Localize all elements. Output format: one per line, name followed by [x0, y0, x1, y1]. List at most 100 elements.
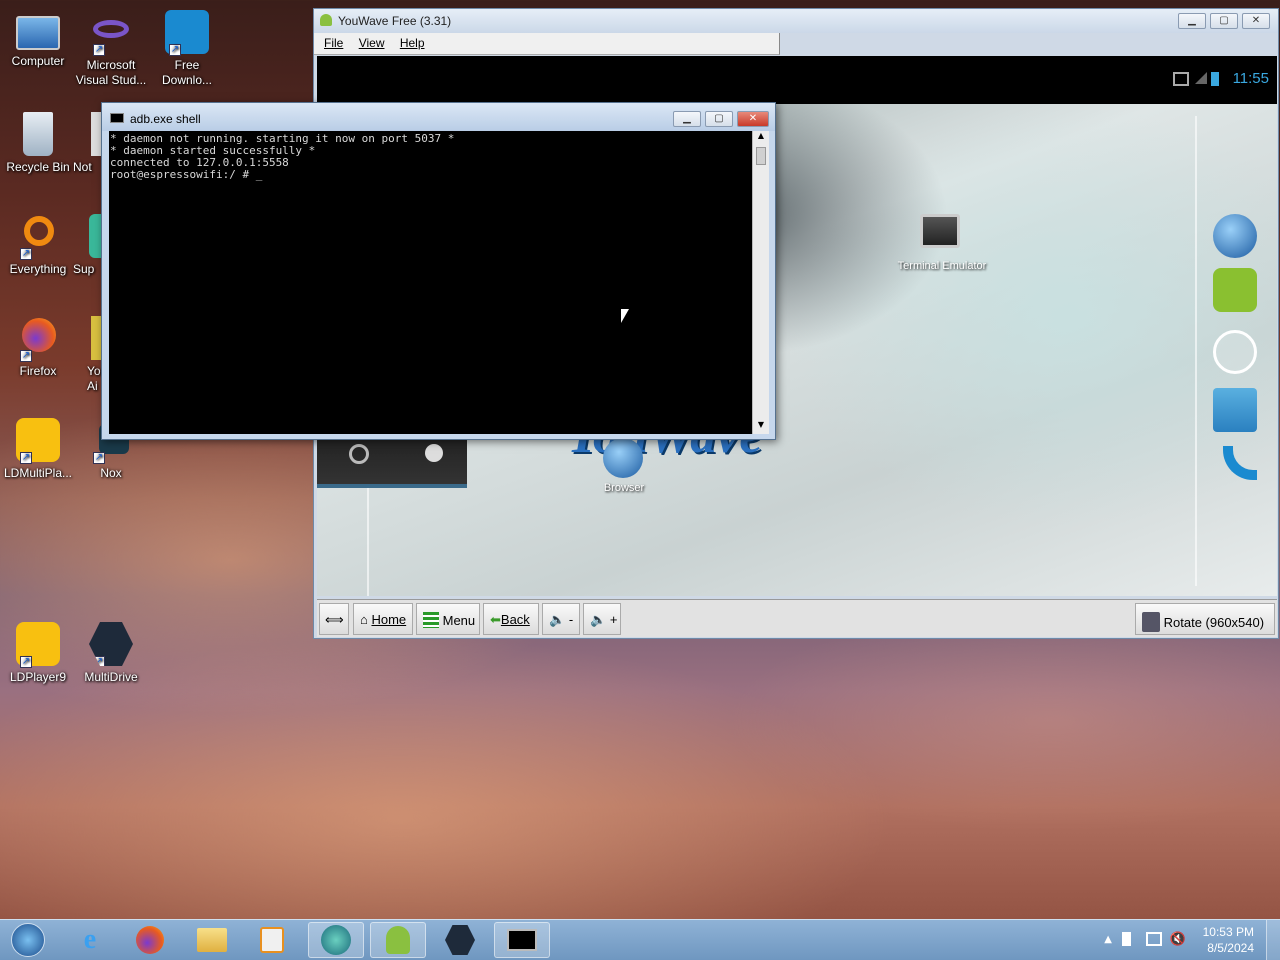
rotate-toggle-icon[interactable] — [349, 444, 369, 464]
desktop-icon-label: Nox — [100, 466, 122, 480]
taskbar-app-active[interactable] — [308, 922, 364, 958]
close-button[interactable]: ✕ — [1242, 13, 1270, 29]
desktop-icon-partial[interactable]: Not — [73, 112, 103, 175]
menu-button[interactable]: Menu — [416, 603, 480, 635]
scroll-thumb[interactable] — [756, 147, 766, 165]
app-globe-icon — [321, 925, 351, 955]
show-desktop-button[interactable] — [1266, 920, 1280, 960]
firefox-icon: ↗ — [16, 316, 60, 362]
taskbar-internet-explorer[interactable]: e — [62, 922, 118, 958]
desktop-icon-label: Microsoft Visual Stud... — [75, 58, 147, 87]
desktop-icon-label: Free Downlo... — [161, 58, 213, 87]
desktop-icon-label: Sup — [73, 262, 95, 276]
double-arrow-icon: ⟺ — [325, 612, 344, 627]
shortcut-arrow-icon: ↗ — [20, 452, 32, 464]
back-button[interactable]: ⬅Back — [483, 603, 539, 635]
volume-up-label: + — [609, 612, 618, 627]
shortcut-arrow-icon: ↗ — [20, 656, 32, 668]
desktop-icon-ldplayer9[interactable]: ↗ LDPlayer9 — [0, 622, 76, 685]
home-button[interactable]: ⌂ Home — [353, 603, 413, 635]
signal-icon — [1195, 72, 1207, 84]
nox-multidrive-icon: ↗ — [89, 622, 133, 666]
youwave-titlebar[interactable]: YouWave Free (3.31) ▁ ▢ ✕ — [314, 9, 1278, 33]
menu-help[interactable]: Help — [400, 36, 425, 50]
app-icon — [91, 112, 101, 156]
scroll-up-icon[interactable]: ▲ — [753, 131, 769, 145]
taskbar-youwave[interactable] — [370, 922, 426, 958]
taskbar-explorer[interactable] — [184, 922, 240, 958]
taskbar-cmd[interactable] — [494, 922, 550, 958]
show-hidden-icons-button[interactable]: ▲ — [1104, 934, 1112, 945]
adb-shell-window[interactable]: adb.exe shell ▁ ▢ ✕ * daemon not running… — [101, 102, 776, 440]
contacts-icon[interactable] — [1213, 388, 1257, 432]
rotate-button[interactable]: Rotate (960x540) — [1135, 603, 1275, 635]
window-title: YouWave Free (3.31) — [338, 14, 452, 28]
desktop-icon-everything[interactable]: ↗ Everything — [0, 214, 76, 277]
media-player-icon — [260, 927, 284, 953]
taskbar-media-player[interactable] — [244, 922, 300, 958]
desktop-icon-firefox[interactable]: ↗ Firefox — [0, 316, 76, 379]
desktop-icon-recycle-bin[interactable]: Recycle Bin — [0, 112, 76, 175]
taskbar-firefox[interactable] — [122, 922, 178, 958]
app-drawer-icon[interactable] — [1213, 330, 1257, 374]
network-icon — [1173, 72, 1189, 86]
folder-icon — [197, 928, 227, 952]
clock-time: 10:53 PM — [1202, 925, 1254, 939]
messaging-icon[interactable] — [1213, 268, 1257, 312]
minimize-button[interactable]: ▁ — [673, 111, 701, 127]
console-icon — [507, 929, 537, 951]
menu-view[interactable]: View — [359, 36, 385, 50]
windows-logo-icon — [11, 923, 45, 957]
volume-down-label: - — [568, 612, 574, 627]
home-label: Home — [371, 612, 407, 627]
mouse-cursor-icon — [621, 309, 629, 323]
network-icon[interactable] — [1146, 932, 1162, 946]
browser-globe-icon[interactable] — [1213, 214, 1257, 258]
volume-up-button[interactable]: 🔈 + — [583, 603, 621, 635]
desktop-icon-free-download[interactable]: ↗ Free Downlo... — [149, 10, 225, 88]
shortcut-arrow-icon: ↗ — [20, 350, 32, 362]
desktop-icon-label: Everything — [9, 262, 67, 276]
clock-date: 8/5/2024 — [1207, 941, 1254, 955]
everything-search-icon: ↗ — [16, 214, 60, 260]
console-icon — [110, 113, 124, 123]
shortcut-arrow-icon: ↗ — [20, 248, 32, 260]
vertical-scrollbar[interactable]: ▲ ▼ — [752, 131, 769, 434]
desktop-icon-visual-studio[interactable]: ↗ Microsoft Visual Stud... — [73, 10, 149, 88]
resize-button[interactable]: ⟺ — [319, 603, 349, 635]
maximize-button[interactable]: ▢ — [705, 111, 733, 127]
desktop-icon-computer[interactable]: Computer — [0, 10, 76, 69]
app-icon — [89, 214, 101, 258]
action-center-flag-icon[interactable] — [1122, 932, 1136, 946]
minimize-button[interactable]: ▁ — [1178, 13, 1206, 29]
desktop-icon-label: Yo Ai — [87, 364, 101, 393]
volume-muted-icon[interactable]: 🔇 — [1170, 932, 1186, 947]
console-output[interactable]: * daemon not running. starting it now on… — [109, 131, 752, 434]
desktop-icon-partial[interactable]: Yo Ai — [73, 316, 103, 394]
clock[interactable]: 10:53 PM 8/5/2024 — [1203, 924, 1254, 956]
wallpaper-edge-right — [1195, 116, 1197, 586]
console-prompt: root@espressowifi:/ # _ — [110, 168, 263, 181]
start-button[interactable] — [0, 922, 56, 958]
phone-icon[interactable] — [1223, 446, 1257, 480]
shortcut-arrow-icon: ↗ — [93, 452, 105, 464]
home-icon: ⌂ — [360, 612, 372, 627]
brightness-icon[interactable] — [425, 444, 443, 462]
browser-globe-icon — [603, 438, 643, 478]
scroll-down-icon[interactable]: ▼ — [753, 420, 769, 434]
back-arrow-icon: ⬅ — [490, 612, 501, 627]
speaker-icon: 🔈 — [549, 612, 566, 627]
menu-file[interactable]: File — [324, 36, 343, 50]
taskbar-nox[interactable] — [432, 922, 488, 958]
desktop-icon-partial[interactable]: Sup — [73, 214, 103, 277]
terminal-icon — [920, 214, 960, 248]
adb-titlebar[interactable]: adb.exe shell ▁ ▢ ✕ — [102, 103, 775, 131]
desktop-icon-ldmultiplayer[interactable]: ↗ LDMultiPla... — [0, 418, 76, 481]
desktop-icon-multidrive[interactable]: ↗ MultiDrive — [73, 622, 149, 685]
android-icon — [386, 926, 410, 954]
volume-down-button[interactable]: 🔈 - — [542, 603, 580, 635]
rotate-label: Rotate (960x540) — [1163, 615, 1265, 630]
maximize-button[interactable]: ▢ — [1210, 13, 1238, 29]
internet-explorer-icon: e — [83, 924, 97, 955]
close-button[interactable]: ✕ — [737, 111, 769, 127]
